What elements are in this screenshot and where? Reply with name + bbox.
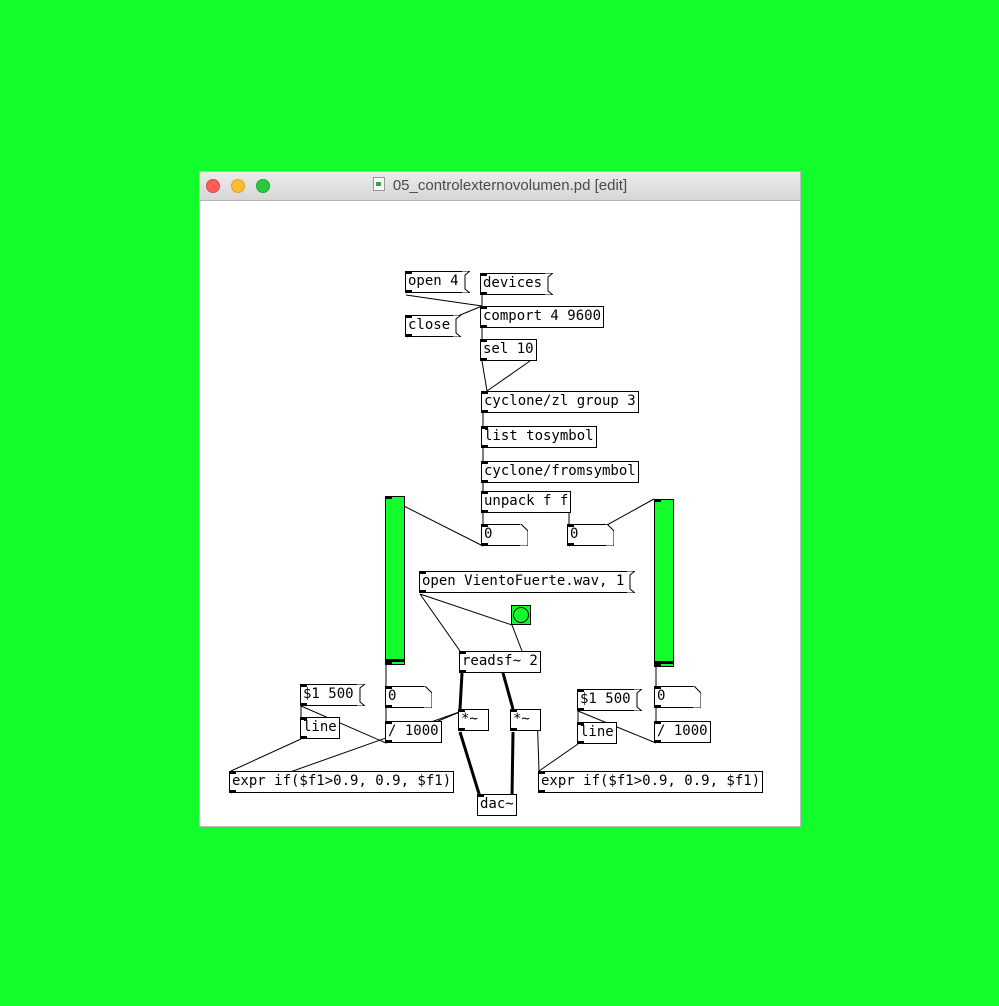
- wire-line-left-expr: [230, 738, 302, 772]
- open-wav-message[interactable]: open VientoFuerte.wav, 1: [419, 571, 636, 593]
- window-title: 05_controlexternovolumen.pd [edit]: [200, 177, 800, 194]
- wire-open4-comport: [405, 294, 483, 307]
- devices-message[interactable]: devices: [480, 273, 554, 295]
- volume-slider-left[interactable]: [385, 496, 405, 665]
- title-bar[interactable]: 05_controlexternovolumen.pd [edit]: [200, 172, 800, 201]
- sel-object[interactable]: sel 10: [480, 339, 537, 361]
- bang-circle-icon: [513, 607, 529, 623]
- number-box-right[interactable]: 0: [567, 524, 614, 546]
- close-port-message[interactable]: close: [405, 315, 462, 337]
- list-tosymbol-object[interactable]: list tosymbol: [481, 426, 597, 448]
- comport-object[interactable]: comport 4 9600: [480, 306, 605, 328]
- fromsymbol-object[interactable]: cyclone/fromsymbol: [481, 461, 639, 483]
- pd-file-icon: [372, 177, 385, 191]
- unpack-object[interactable]: unpack f f: [481, 491, 572, 513]
- wire-sel-zl-a: [481, 360, 488, 392]
- wire-openwav-bang: [419, 593, 513, 626]
- window-title-text: 05_controlexternovolumen.pd [edit]: [392, 177, 628, 194]
- multiply-signal-left[interactable]: *~: [458, 709, 489, 731]
- multiply-signal-right[interactable]: *~: [510, 709, 541, 731]
- bang-button[interactable]: [511, 605, 531, 625]
- wire-openwav-readsf: [419, 593, 461, 652]
- line-object-right[interactable]: line: [577, 722, 617, 744]
- ramp-message-right[interactable]: $1 500: [577, 689, 642, 711]
- ramp-message-left[interactable]: $1 500: [300, 684, 365, 706]
- number-box-left[interactable]: 0: [481, 524, 528, 546]
- signal-mul-left-dac: [458, 731, 482, 798]
- divide-object-left[interactable]: / 1000: [385, 721, 442, 743]
- expr-clip-right[interactable]: expr if($f1>0.9, 0.9, $f1): [538, 771, 764, 793]
- line-object-left[interactable]: line: [300, 717, 340, 739]
- scale-number-left[interactable]: 0: [385, 686, 432, 708]
- divide-object-right[interactable]: / 1000: [654, 721, 711, 743]
- expr-clip-left[interactable]: expr if($f1>0.9, 0.9, $f1): [229, 771, 455, 793]
- volume-slider-right[interactable]: [654, 499, 674, 667]
- readsf-object[interactable]: readsf~ 2: [459, 651, 541, 673]
- wire-sel-zl-b: [486, 360, 531, 392]
- pd-patch-window: 05_controlexternovolumen.pd [edit] open …: [200, 172, 800, 826]
- dac-object[interactable]: dac~: [477, 794, 517, 816]
- zl-group-object[interactable]: cyclone/zl group 3: [481, 391, 639, 413]
- signal-readsf-mul-right: [501, 672, 515, 710]
- signal-mul-right-dac: [510, 731, 515, 798]
- scale-number-right[interactable]: 0: [654, 686, 701, 708]
- signal-readsf-mul-left: [458, 672, 464, 710]
- patch-canvas[interactable]: open 4 devices comport 4 9600 close sel …: [200, 201, 800, 826]
- wire-bang-readsf: [511, 624, 523, 652]
- open-port-message[interactable]: open 4: [405, 271, 470, 293]
- wire-line-right-expr: [538, 743, 579, 772]
